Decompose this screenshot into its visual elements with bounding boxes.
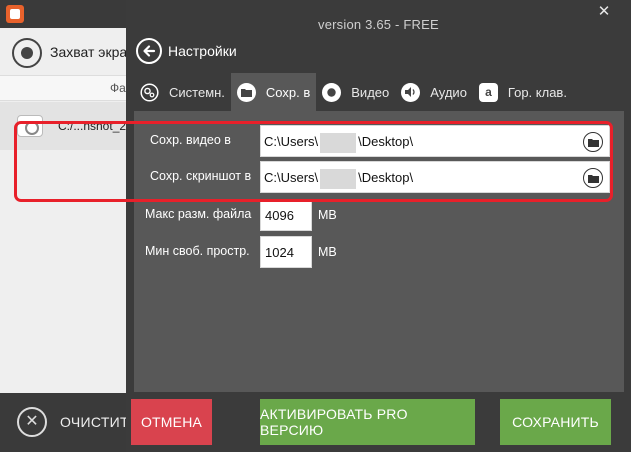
save-video-path-end: \Desktop\ [358, 134, 414, 149]
tab-hotkeys-label: Гор. клав. [507, 84, 567, 100]
speaker-icon [401, 82, 421, 102]
tab-video[interactable]: Видео [316, 73, 395, 111]
file-column-header: Фа [110, 81, 126, 95]
min-free-space-label: Мин своб. простр. [145, 244, 250, 258]
close-button[interactable]: ✕ [594, 2, 614, 22]
browse-folder-icon[interactable] [583, 132, 603, 152]
browse-folder-icon[interactable] [583, 168, 603, 188]
redacted-username [320, 132, 357, 153]
screenshot-camera-icon [17, 115, 43, 137]
tab-video-label: Видео [351, 84, 390, 100]
clear-x-icon[interactable]: ✕ [17, 407, 47, 437]
max-file-size-label: Макс разм. файла [145, 207, 252, 221]
settings-title: Настройки [168, 43, 237, 59]
save-screenshot-path-field[interactable]: C:\Users\ \Desktop\ [260, 161, 610, 193]
tab-save-to-label: Сохр. в [265, 84, 311, 100]
settings-tabs: Системн. Сохр. в Видео Аудио a Гор. клав… [134, 73, 573, 111]
arrow-left-icon [143, 45, 156, 57]
app-logo-icon [6, 5, 24, 23]
tab-save-to[interactable]: Сохр. в [230, 73, 317, 111]
folder-icon [236, 82, 256, 102]
hotkey-icon: a [478, 82, 498, 102]
save-video-path-field[interactable]: C:\Users\ \Desktop\ [260, 125, 610, 157]
tab-hotkeys[interactable]: a Гор. клав. [473, 73, 573, 111]
save-video-path-start: C:\Users\ [264, 134, 319, 149]
save-screenshot-label: Сохр. скриншот в [150, 169, 252, 183]
min-free-space-unit: MB [318, 245, 337, 259]
tab-audio-label: Аудио [430, 84, 467, 100]
save-screenshot-path-end: \Desktop\ [358, 170, 414, 185]
gears-icon [140, 82, 159, 102]
settings-dialog: version 3.65 - FREE ✕ Настройки Системн.… [126, 0, 631, 452]
back-button[interactable] [136, 38, 162, 64]
file-name: C:/...nshot_2 [58, 119, 127, 133]
save-button[interactable]: СОХРАНИТЬ [500, 399, 611, 445]
max-file-size-unit: MB [318, 208, 337, 222]
record-icon [322, 82, 342, 102]
redacted-username [320, 168, 357, 189]
tab-system-label: Системн. [169, 84, 225, 100]
version-label: version 3.65 - FREE [318, 17, 439, 32]
tab-audio[interactable]: Аудио [395, 73, 473, 111]
capture-screen-icon[interactable] [12, 38, 42, 68]
save-video-label: Сохр. видео в [150, 133, 231, 147]
save-screenshot-path-start: C:\Users\ [264, 170, 319, 185]
max-file-size-input[interactable]: 4096 [260, 199, 312, 231]
activate-pro-button[interactable]: АКТИВИРОВАТЬ PRO ВЕРСИЮ [260, 399, 475, 445]
min-free-space-input[interactable]: 1024 [260, 236, 312, 268]
tab-system[interactable]: Системн. [134, 73, 231, 111]
cancel-button[interactable]: ОТМЕНА [131, 399, 212, 445]
